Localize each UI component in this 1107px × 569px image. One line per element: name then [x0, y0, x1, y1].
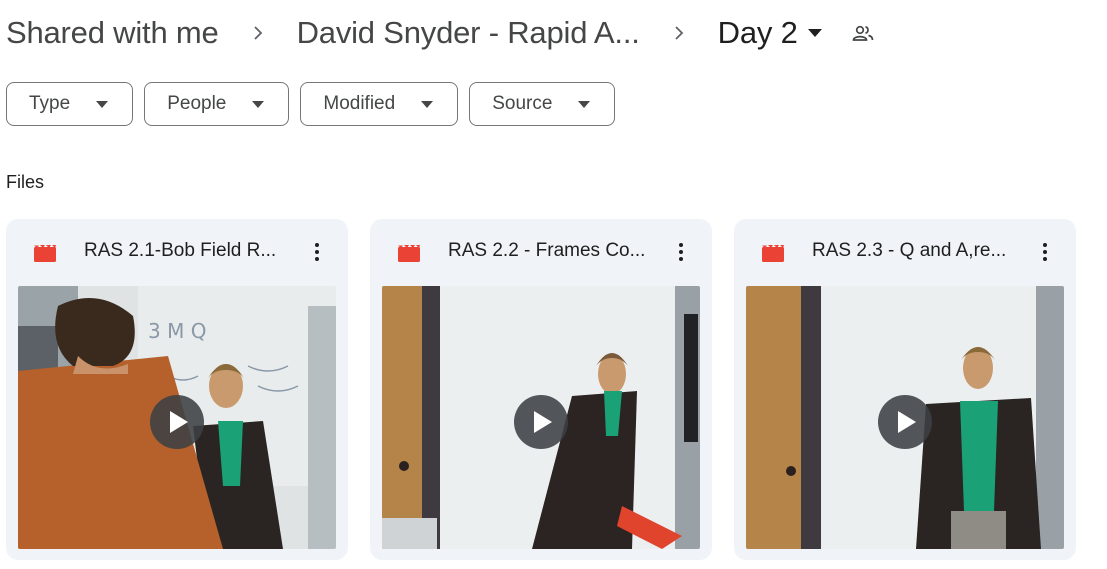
more-options-icon[interactable]	[302, 236, 332, 268]
breadcrumb-shared-with-me[interactable]: Shared with me	[6, 15, 219, 51]
file-grid: RAS 2.1-Bob Field R... 3 M Q RAS 2.2 - F…	[6, 219, 1076, 560]
video-file-icon	[762, 244, 784, 262]
video-file-icon	[34, 244, 56, 262]
file-card-header: RAS 2.3 - Q and A,re...	[734, 219, 1076, 285]
caret-down-icon	[252, 100, 265, 108]
chevron-right-icon	[640, 10, 718, 56]
filter-type-label: Type	[29, 93, 71, 114]
folder-menu-caret-icon[interactable]	[807, 29, 822, 37]
more-options-icon[interactable]	[1030, 236, 1060, 268]
breadcrumb: Shared with me David Snyder - Rapid A...…	[6, 10, 874, 56]
file-title: RAS 2.3 - Q and A,re...	[812, 240, 1007, 261]
filter-source-label: Source	[492, 93, 553, 114]
shared-people-icon[interactable]	[852, 25, 874, 41]
video-thumbnail[interactable]	[382, 286, 700, 549]
breadcrumb-parent-folder[interactable]: David Snyder - Rapid A...	[297, 15, 640, 51]
play-icon[interactable]	[150, 394, 204, 449]
filter-modified-label: Modified	[323, 93, 396, 114]
play-icon[interactable]	[878, 394, 932, 449]
file-card-header: RAS 2.1-Bob Field R...	[6, 219, 348, 285]
video-thumbnail[interactable]	[746, 286, 1064, 549]
file-title: RAS 2.1-Bob Field R...	[84, 240, 277, 261]
file-card[interactable]: RAS 2.3 - Q and A,re...	[734, 219, 1076, 560]
video-file-icon	[398, 244, 420, 262]
caret-down-icon	[578, 100, 591, 108]
breadcrumb-current-folder[interactable]: Day 2	[718, 15, 798, 51]
filter-people-label: People	[167, 93, 227, 114]
caret-down-icon	[96, 100, 109, 108]
filter-type-chip[interactable]: Type	[6, 82, 134, 126]
filter-people-chip[interactable]: People	[144, 82, 290, 126]
file-title: RAS 2.2 - Frames Co...	[448, 240, 646, 261]
video-thumbnail[interactable]: 3 M Q	[18, 286, 336, 549]
chevron-right-icon	[219, 10, 297, 56]
filter-modified-chip[interactable]: Modified	[300, 82, 459, 126]
play-icon[interactable]	[514, 394, 568, 449]
filter-bar: Type People Modified Source	[6, 82, 616, 126]
svg-text:3 M Q: 3 M Q	[148, 319, 206, 343]
file-card-header: RAS 2.2 - Frames Co...	[370, 219, 712, 285]
file-card[interactable]: RAS 2.2 - Frames Co...	[370, 219, 712, 560]
section-heading-files: Files	[6, 172, 45, 192]
caret-down-icon	[421, 100, 434, 108]
more-options-icon[interactable]	[666, 236, 696, 268]
filter-source-chip[interactable]: Source	[469, 82, 616, 126]
file-card[interactable]: RAS 2.1-Bob Field R... 3 M Q	[6, 219, 348, 560]
